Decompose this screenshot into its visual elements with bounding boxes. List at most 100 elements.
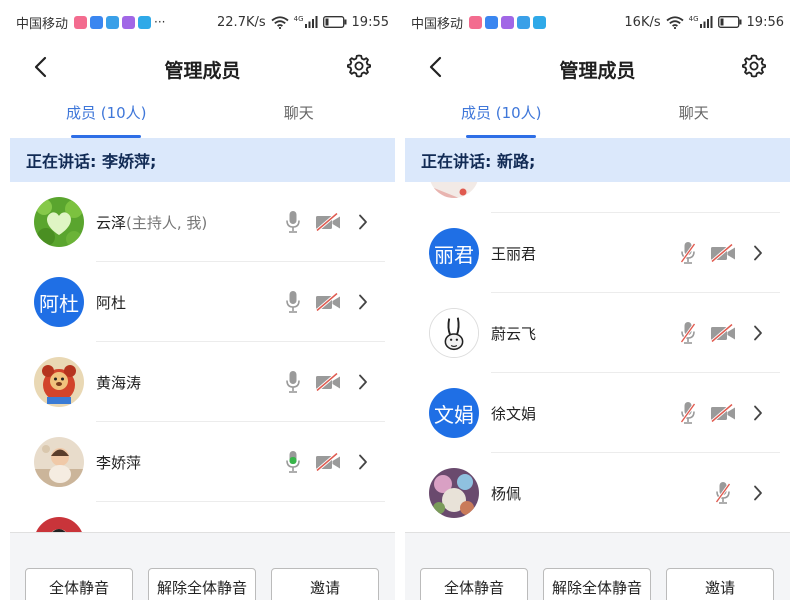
status-bar: 中国移动 ··· 22.7K/s 4G 19:55: [10, 0, 395, 44]
member-row[interactable]: 阿杜 阿杜: [10, 262, 395, 342]
chevron-right-icon: [356, 211, 370, 233]
back-button[interactable]: [26, 53, 54, 81]
page-title: 管理成员: [559, 60, 636, 82]
camera-off-icon: [315, 213, 340, 231]
photo-avatar-icon: [429, 182, 479, 198]
microphone-muted-icon: [680, 322, 696, 344]
baby-photo-avatar-icon: [34, 437, 84, 487]
camera-button[interactable]: [315, 291, 341, 313]
speaking-indicator: 正在讲话: 新路;: [405, 138, 790, 182]
mic-button[interactable]: [679, 241, 697, 265]
colorful-photo-avatar-icon: [429, 468, 479, 518]
avatar: 文娟: [429, 388, 479, 438]
notification-icons: [469, 15, 547, 29]
camera-button[interactable]: [315, 371, 341, 393]
app-notification-icon: [485, 15, 499, 29]
tab-members[interactable]: 成员 (10人): [405, 90, 598, 138]
settings-button[interactable]: [345, 52, 373, 80]
avatar: [429, 182, 479, 198]
camera-off-icon: [710, 404, 735, 422]
chevron-right-icon: [751, 322, 765, 344]
member-row[interactable]: 蔚云飞: [405, 293, 790, 373]
microphone-muted-icon: [680, 242, 696, 264]
clock: 19:56: [746, 14, 784, 30]
camera-button[interactable]: [315, 451, 341, 473]
battery-icon: [322, 16, 347, 28]
wifi-icon: [271, 15, 289, 29]
page-title: 管理成员: [164, 60, 241, 82]
member-name: 阿杜: [96, 294, 127, 312]
camera-off-icon: [710, 244, 735, 262]
back-arrow-icon: [34, 56, 47, 78]
mic-button[interactable]: [284, 210, 302, 234]
tab-bar: 成员 (10人) 聊天: [405, 90, 790, 138]
carrier-name: 中国移动: [411, 16, 464, 32]
mic-button[interactable]: [679, 321, 697, 345]
tab-chat[interactable]: 聊天: [203, 90, 396, 138]
app-notification-icon: [138, 15, 152, 29]
app-notification-icon: [74, 15, 88, 29]
invite-button[interactable]: 邀请: [271, 568, 379, 600]
microphone-muted-icon: [680, 402, 696, 424]
app-notification-icon: [122, 15, 136, 29]
camera-button[interactable]: [315, 211, 341, 233]
speaking-indicator: 正在讲话: 李娇萍;: [10, 138, 395, 182]
microphone-active-icon: [286, 451, 300, 473]
bottom-action-bar: 全体静音 解除全体静音 邀请: [405, 532, 790, 600]
chevron-right-icon: [356, 291, 370, 313]
mute-all-button[interactable]: 全体静音: [25, 568, 133, 600]
camera-button[interactable]: [710, 322, 736, 344]
member-row[interactable]: 杨佩: [405, 453, 790, 532]
avatar: 阿杜: [34, 277, 84, 327]
unmute-all-button[interactable]: 解除全体静音: [148, 568, 256, 600]
member-name: 李娇萍: [96, 454, 142, 472]
member-list[interactable]: 丽君 王丽君 蔚云飞 文娟 徐文娟 杨佩: [405, 182, 790, 532]
cellular-signal-icon: 4G: [689, 16, 713, 28]
network-speed: 22.7K/s: [217, 14, 266, 30]
mic-button[interactable]: [284, 450, 302, 474]
microphone-muted-icon: [715, 482, 731, 504]
member-row[interactable]: 云泽(主持人, 我): [10, 182, 395, 262]
member-row[interactable]: [10, 502, 395, 532]
mic-button[interactable]: [284, 290, 302, 314]
member-name: 蔚云飞: [491, 325, 537, 343]
chevron-right-icon: [356, 451, 370, 473]
mic-button[interactable]: [284, 370, 302, 394]
settings-button[interactable]: [740, 52, 768, 80]
app-notification-icon: [469, 15, 483, 29]
camera-button[interactable]: [710, 402, 736, 424]
member-row[interactable]: 李娇萍: [10, 422, 395, 502]
camera-off-icon: [710, 324, 735, 342]
battery-icon: [717, 16, 742, 28]
cartoon-bear-avatar-icon: [34, 357, 84, 407]
chevron-right-icon: [356, 371, 370, 393]
member-name: 云泽(主持人, 我): [96, 212, 207, 233]
wifi-icon: [666, 15, 684, 29]
mic-button[interactable]: [714, 481, 732, 505]
heart-leaves-avatar-icon: [34, 197, 84, 247]
tab-chat[interactable]: 聊天: [598, 90, 791, 138]
clock: 19:55: [351, 14, 389, 30]
status-bar: 中国移动 16K/s 4G 19:56: [405, 0, 790, 44]
member-row[interactable]: 黄海涛: [10, 342, 395, 422]
chevron-right-icon: [751, 482, 765, 504]
unmute-all-button[interactable]: 解除全体静音: [543, 568, 651, 600]
member-row[interactable]: 丽君 王丽君: [405, 213, 790, 293]
mute-all-button[interactable]: 全体静音: [420, 568, 528, 600]
app-notification-icon: [533, 15, 547, 29]
invite-button[interactable]: 邀请: [666, 568, 774, 600]
speaking-text: 正在讲话: 新路;: [421, 152, 536, 171]
back-arrow-icon: [429, 56, 442, 78]
mic-button[interactable]: [679, 401, 697, 425]
member-row[interactable]: 文娟 徐文娟: [405, 373, 790, 453]
camera-off-icon: [315, 293, 340, 311]
camera-button[interactable]: [710, 242, 736, 264]
camera-off-icon: [315, 373, 340, 391]
back-button[interactable]: [421, 53, 449, 81]
member-list[interactable]: 云泽(主持人, 我) 阿杜 阿杜 黄海涛 李娇萍: [10, 182, 395, 532]
rabbit-sketch-avatar-icon: [430, 309, 478, 357]
tab-members[interactable]: 成员 (10人): [10, 90, 203, 138]
member-name: 黄海涛: [96, 374, 142, 392]
member-row[interactable]: [405, 182, 790, 213]
member-name: 杨佩: [491, 485, 522, 503]
